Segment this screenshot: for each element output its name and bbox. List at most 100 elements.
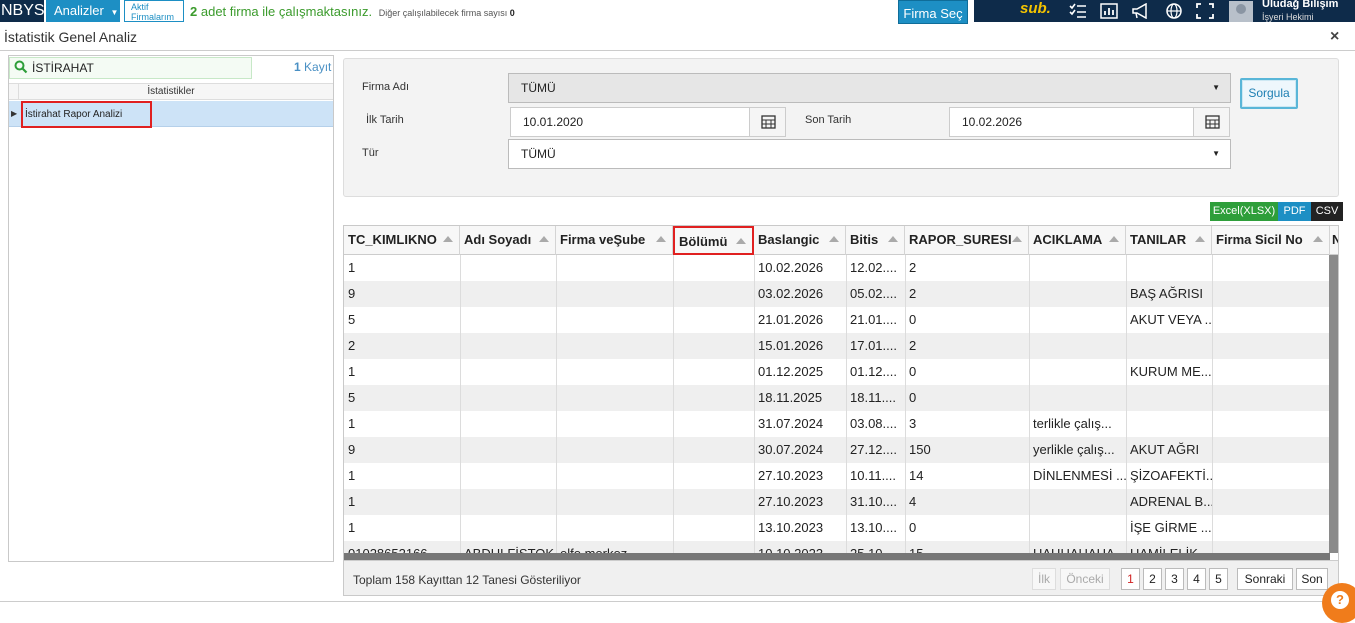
cell-ad [460,359,556,385]
table-row[interactable]: 1 10.02.2026 12.02.... 2 [344,255,1330,281]
brand-logo[interactable]: NBYS [0,0,45,22]
pager-page-2[interactable]: 2 [1143,568,1162,590]
tur-label: Tür [362,147,379,159]
table-row[interactable]: 5 21.01.2026 21.01.... 0 AKUT VEYA ... [344,307,1330,333]
export-csv-button[interactable]: CSV [1311,202,1343,221]
ilk-tarih-value: 10.01.2020 [523,115,584,129]
column-header-baslangic[interactable]: Baslangic [754,226,846,255]
cell-tani: ADRENAL B... [1130,494,1212,509]
cell-bas: 03.02.2026 [758,286,824,301]
table-row[interactable]: 1 27.10.2023 31.10.... 4 ADRENAL B... [344,489,1330,515]
cell-sure: 3 [909,416,917,431]
analizler-menu-button[interactable]: Analizler ▼ [46,0,120,22]
cell-bas: 18.11.2025 [758,390,823,405]
cell-bit: 03.08.... [850,416,897,431]
tur-select[interactable]: TÜMÜ ▼ [508,139,1231,169]
cell-acik [1029,515,1126,541]
pager-next-button[interactable]: Sonraki [1237,568,1293,590]
column-header-firma-vesube[interactable]: Firma veŞube [556,226,673,255]
cell-tani [1126,385,1212,411]
cell-sicil [1212,463,1329,489]
cell-acik: DİNLENMESİ ... [1033,468,1126,483]
export-pdf-button[interactable]: PDF [1278,202,1311,221]
column-header-rapor-suresi[interactable]: RAPOR_SURESI [905,226,1029,255]
column-header-tc-kimlikno[interactable]: TC_KIMLIKNO [344,226,460,255]
tree-item-istirahat-rapor-analizi[interactable]: ▶ İstirahat Rapor Analizi [9,101,333,128]
chart-icon[interactable] [1100,3,1118,19]
table-row[interactable]: 9 30.07.2024 27.12.... 150 yerlikle çalış...… [344,437,1330,463]
cell-sure: 4 [909,494,917,509]
column-header-aciklama[interactable]: ACIKLAMA [1029,226,1126,255]
column-header-firma-sicil-no[interactable]: Firma Sicil No [1212,226,1330,255]
export-excel-button[interactable]: Excel(XLSX) [1210,202,1278,221]
column-header-label: N [1332,232,1338,247]
pager-previous-button[interactable]: Önceki [1060,568,1110,590]
statistics-search-input[interactable]: İSTİRAHAT [9,57,252,79]
close-button[interactable]: × [1330,28,1339,46]
pager-page-4[interactable]: 4 [1187,568,1206,590]
cell-bit: 18.11.... [850,390,897,405]
tree-item-label[interactable]: İstirahat Rapor Analizi [21,101,152,128]
column-header-label: TC_KIMLIKNO [348,232,437,247]
son-tarih-input[interactable]: 10.02.2026 [949,107,1230,137]
cell-tani: AKUT VEYA ... [1130,312,1212,327]
cell-tc: 1 [348,260,356,275]
cell-sicil [1212,307,1329,333]
megaphone-icon[interactable] [1131,2,1149,20]
sorgula-button[interactable]: Sorgula [1240,78,1298,109]
table-row[interactable]: 1 27.10.2023 10.11.... 14 DİNLENMESİ ... ŞİZO… [344,463,1330,489]
pager-page-1[interactable]: 1 [1121,568,1140,590]
cell-acik [1029,307,1126,333]
pager-page-3[interactable]: 3 [1165,568,1184,590]
user-avatar[interactable] [1229,1,1253,22]
pager-last-button[interactable]: Son [1296,568,1328,590]
vertical-scrollbar[interactable] [1329,255,1338,553]
ilk-tarih-input[interactable]: 10.01.2020 [510,107,786,137]
sort-icon [1109,236,1119,242]
pager-first-button[interactable]: İlk [1032,568,1056,590]
task-list-icon[interactable] [1069,3,1087,19]
cell-bit: 27.12.... [850,442,897,457]
firma-sec-button[interactable]: Firma Seç [898,0,968,24]
cell-tc: 1 [348,494,356,509]
pager-page-5[interactable]: 5 [1209,568,1228,590]
search-value: İSTİRAHAT [32,61,94,75]
user-name[interactable]: Uludağ Bilişim [1262,0,1338,10]
cell-tani: İŞE GİRME ... [1130,520,1212,535]
cell-bit: 13.10.... [850,520,897,535]
user-role: İşyeri Hekimi [1262,12,1314,22]
sub-logo[interactable]: sub. [1020,0,1051,17]
column-header-n[interactable]: N [1330,226,1338,255]
calendar-icon[interactable] [749,108,785,136]
table-row[interactable]: 9 03.02.2026 05.02.... 2 BAŞ AĞRISI [344,281,1330,307]
window-title: İstatistik Genel Analiz [4,29,138,45]
firma-select[interactable]: TÜMÜ ▼ [508,73,1231,103]
sort-icon [1012,236,1022,242]
cell-tc: 1 [348,520,356,535]
aktif-firmalar-button[interactable]: Aktif Firmalarım [124,0,184,22]
table-row[interactable]: 1 01.12.2025 01.12.... 0 KURUM ME... [344,359,1330,385]
column-header-label: Firma Sicil No [1216,232,1303,247]
table-row[interactable]: 1 31.07.2024 03.08.... 3 terlikle çalış... [344,411,1330,437]
column-header-adi-soyadi[interactable]: Adı Soyadı [460,226,556,255]
column-header-label: ACIKLAMA [1033,232,1103,247]
cell-sicil [1212,437,1329,463]
table-row[interactable]: 1 13.10.2023 13.10.... 0 İŞE GİRME ... [344,515,1330,541]
cell-bas: 30.07.2024 [758,442,824,457]
calendar-icon[interactable] [1193,108,1229,136]
globe-icon[interactable] [1165,3,1183,19]
cell-ad [460,385,556,411]
fullscreen-icon[interactable] [1196,3,1214,19]
cell-ad [460,333,556,359]
table-row[interactable]: 2 15.01.2026 17.01.... 2 [344,333,1330,359]
table-row[interactable]: 5 18.11.2025 18.11.... 0 [344,385,1330,411]
column-header-bolumu[interactable]: Bölümü [673,226,754,255]
cell-sure: 2 [909,260,917,275]
help-button[interactable]: ? [1322,583,1355,623]
horizontal-scrollbar[interactable] [344,553,1330,560]
column-divider [556,255,557,553]
column-header-tanilar[interactable]: TANILAR [1126,226,1212,255]
column-header-bitis[interactable]: Bitis [846,226,905,255]
other-count: 0 [509,8,515,18]
title-divider [0,50,1355,51]
